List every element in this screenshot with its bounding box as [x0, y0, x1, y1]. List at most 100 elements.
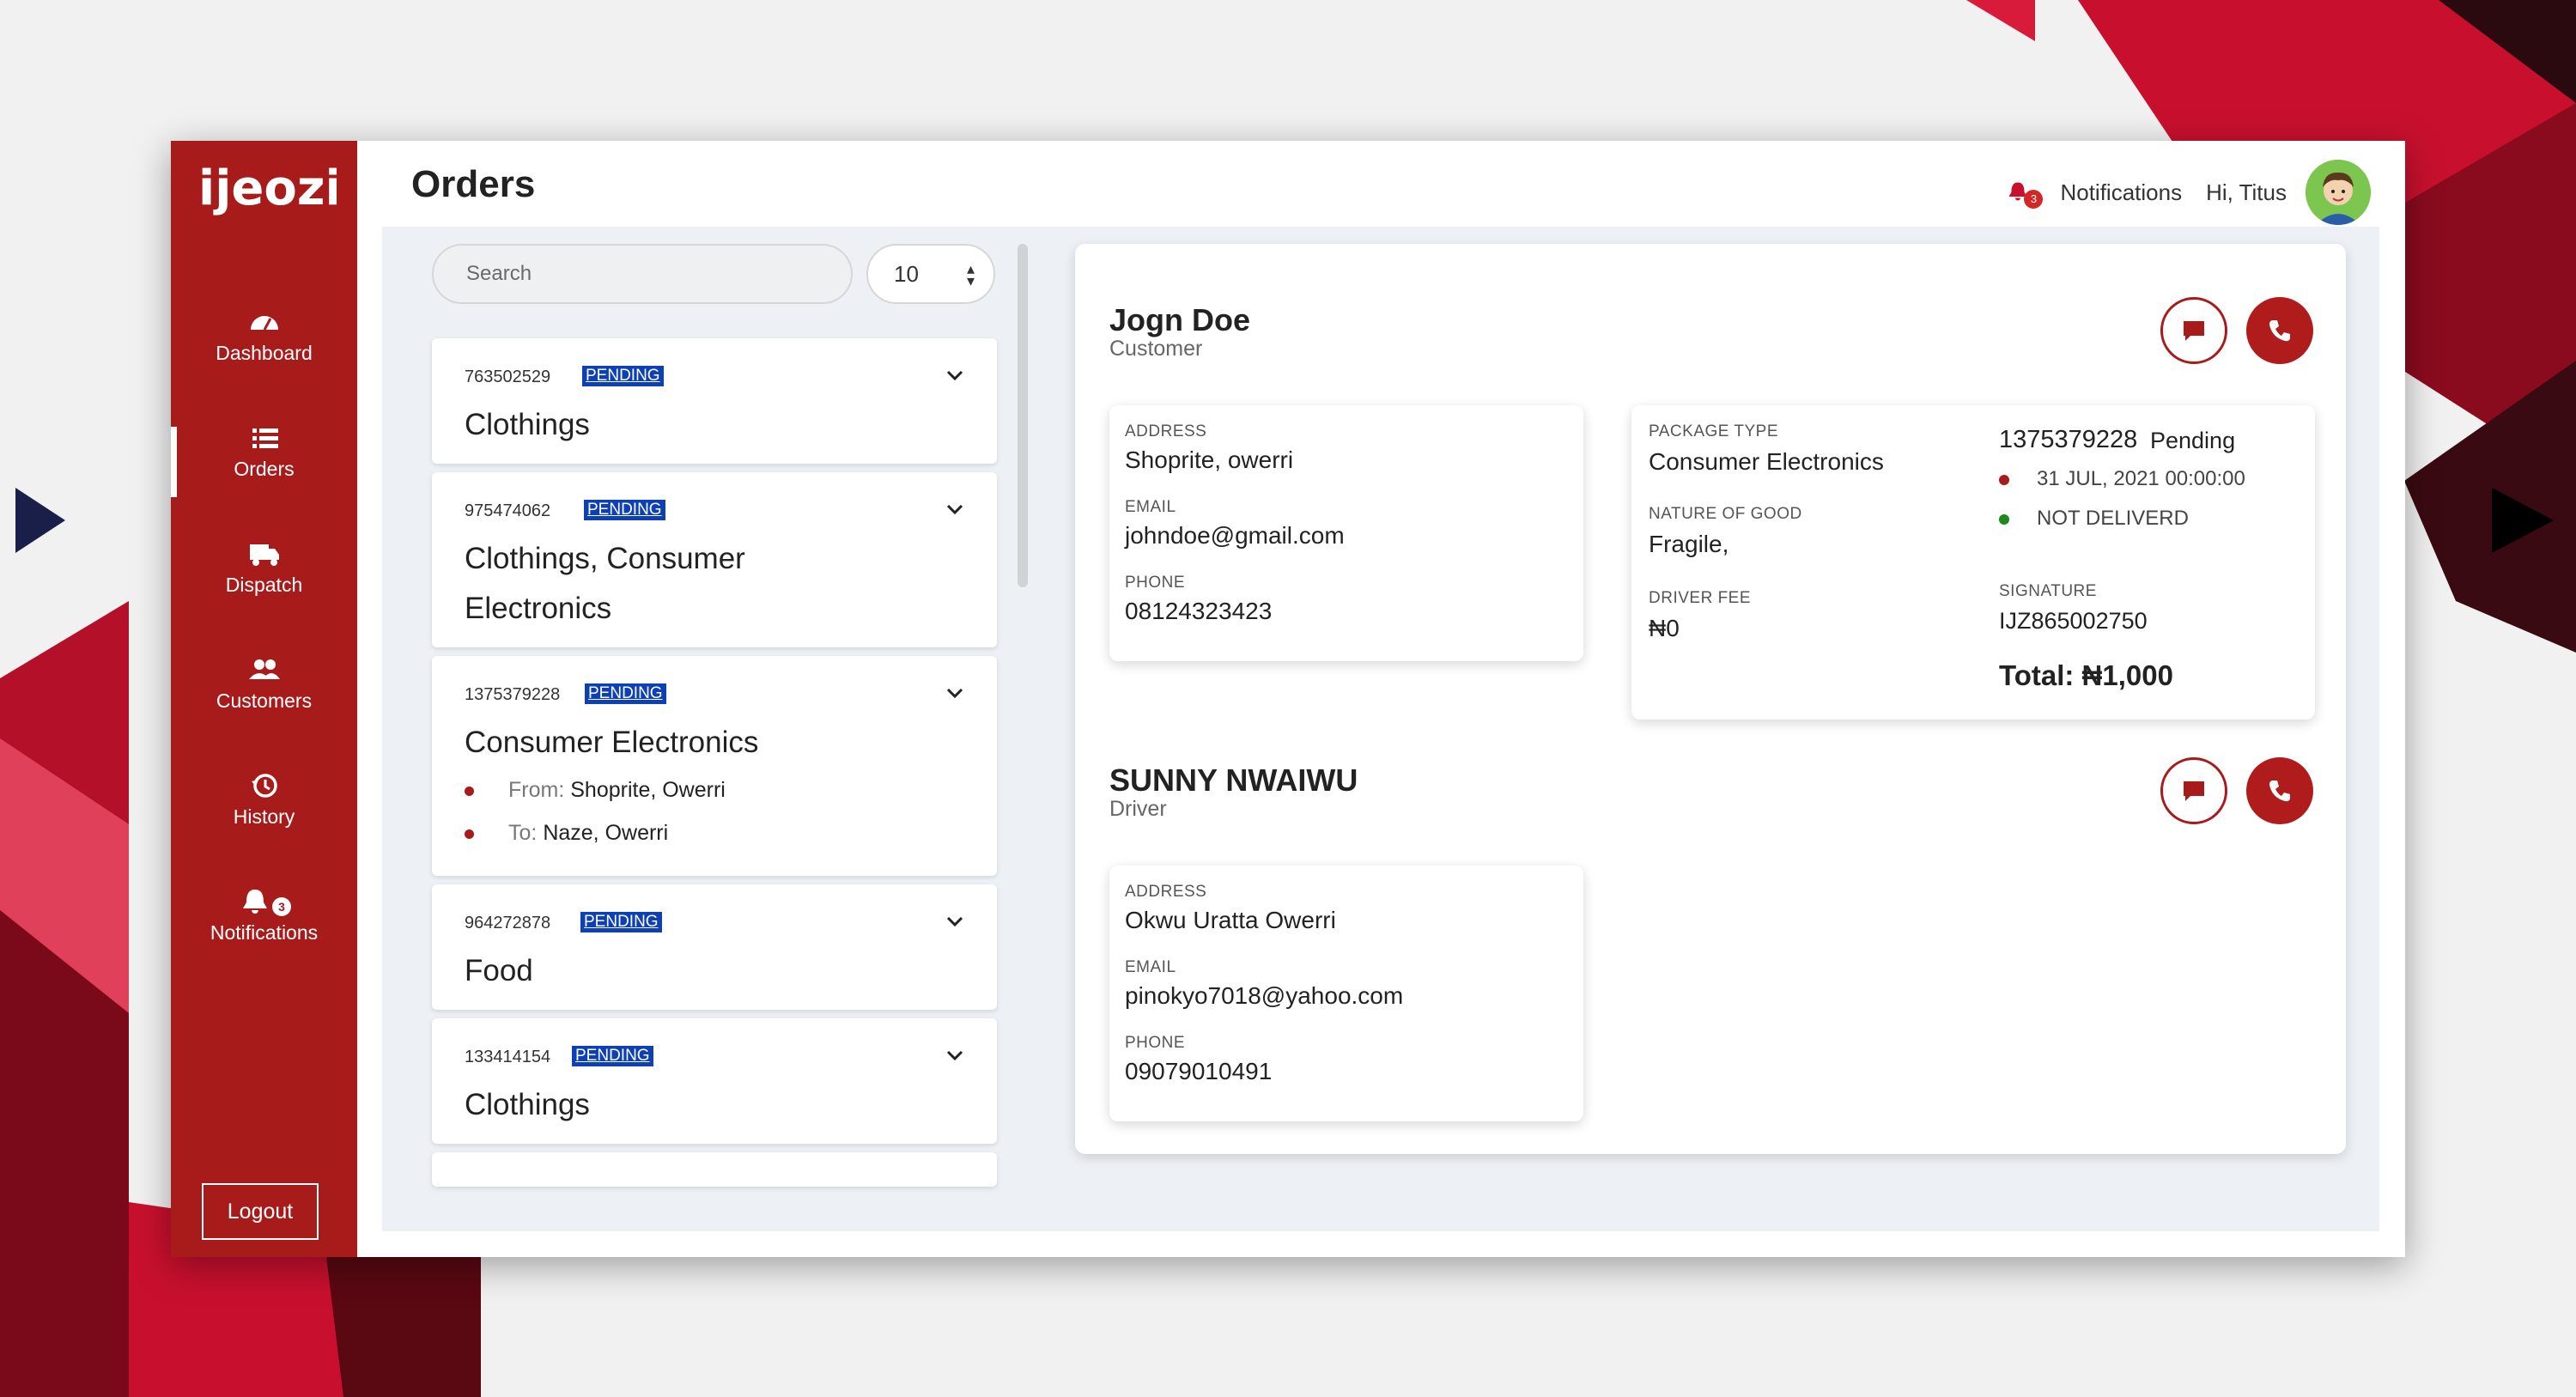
route-dot [465, 829, 474, 839]
content-area: 10 ▴▾ 763502529 PENDING Clothings 975474… [382, 227, 2379, 1231]
sidebar-item-history[interactable]: History [171, 771, 357, 866]
sidebar-item-orders[interactable]: Orders [171, 423, 357, 518]
package-type: Consumer Electronics [1649, 448, 1884, 475]
order-detail-panel: Jogn Doe Customer ADDRESS Shoprite, ower… [1075, 244, 2346, 1154]
page-size-select[interactable]: 10 ▴ ▾ [866, 244, 995, 304]
app-window: ijeozi Dashboard Orders Dispatch Custome… [171, 141, 2405, 1257]
status-dot [1999, 513, 2009, 525]
order-card[interactable]: 964272878 PENDING Food [432, 884, 997, 1010]
customer-role: Customer [1109, 337, 1203, 361]
chat-icon [2184, 321, 2204, 341]
next-arrow[interactable] [2492, 488, 2554, 553]
sidebar-item-customers[interactable]: Customers [171, 655, 357, 750]
logout-button[interactable]: Logout [202, 1183, 319, 1240]
nature-label: NATURE OF GOOD [1649, 505, 1802, 523]
chevron-down-icon[interactable] [944, 910, 966, 932]
dashboard-icon [250, 316, 278, 331]
sidebar-item-label: Orders [234, 458, 295, 480]
driver-fee: ₦0 [1649, 615, 1680, 641]
email-label: EMAIL [1125, 498, 1176, 516]
status-badge: PENDING [585, 683, 666, 704]
svg-text:ijeozi: ijeozi [198, 161, 337, 216]
topbar: 3 Notifications Hi, Titus [2005, 158, 2371, 227]
customer-phone[interactable]: 08124323423 [1125, 598, 1272, 625]
sidebar-item-label: Dispatch [225, 574, 303, 596]
call-customer-button[interactable] [2246, 297, 2313, 364]
list-icon [252, 428, 278, 448]
order-id: 763502529 [465, 367, 551, 386]
status-badge: PENDING [584, 500, 665, 520]
avatar[interactable] [2306, 160, 2371, 225]
ijeozi-logo: ijeozi [198, 161, 337, 216]
truck-icon [249, 544, 279, 566]
signature-value: IJZ865002750 [1999, 608, 2148, 634]
list-scrollbar[interactable] [1018, 244, 1028, 587]
order-total: Total: ₦1,000 [1999, 659, 2173, 691]
sidebar-item-dashboard[interactable]: Dashboard [171, 307, 357, 402]
order-card[interactable]: 975474062 PENDING Clothings, Consumer El… [432, 472, 997, 647]
driver-info-card: ADDRESS Okwu Uratta Owerri EMAIL pinokyo… [1109, 866, 1583, 1121]
driver-phone[interactable]: 09079010491 [1125, 1058, 1272, 1085]
route-dot [465, 786, 474, 796]
route-to: To: Naze, Owerri [465, 821, 668, 846]
customer-email[interactable]: johndoe@gmail.com [1125, 522, 1345, 550]
driver-address: Okwu Uratta Owerri [1125, 907, 1336, 933]
order-card[interactable]: 1375379228 PENDING Consumer Electronics … [432, 656, 997, 876]
topbar-bell[interactable]: 3 [2005, 178, 2044, 209]
order-id: 975474062 [465, 501, 551, 520]
user-avatar-icon [2306, 160, 2371, 225]
history-icon [251, 774, 277, 798]
customer-info-card: ADDRESS Shoprite, owerri EMAIL johndoe@g… [1109, 405, 1583, 661]
page-title: Orders [411, 163, 536, 205]
sidebar-item-label: Customers [216, 689, 313, 712]
chevron-down-icon[interactable] [944, 364, 966, 386]
sidebar-item-label: History [233, 805, 295, 828]
address-label: ADDRESS [1125, 422, 1207, 440]
order-id: 133414154 [465, 1048, 551, 1066]
order-title: Clothings [465, 408, 590, 441]
chevron-down-icon[interactable] [944, 498, 966, 520]
driver-email[interactable]: pinokyo7018@yahoo.com [1125, 982, 1403, 1010]
status-dot [1999, 474, 2009, 485]
message-driver-button[interactable] [2160, 757, 2227, 824]
prev-arrow[interactable] [15, 488, 65, 553]
order-card-partial[interactable] [432, 1152, 997, 1187]
notifications-link[interactable]: Notifications [2060, 179, 2182, 206]
phone-icon [2269, 780, 2290, 802]
package-info-card: PACKAGE TYPE Consumer Electronics NATURE… [1631, 405, 2315, 720]
status-badge: PENDING [580, 912, 662, 932]
phone-label: PHONE [1125, 574, 1186, 592]
sidebar-item-label: Dashboard [216, 342, 313, 364]
sidebar-item-notifications[interactable]: 3 Notifications [171, 887, 357, 981]
sidebar-item-dispatch[interactable]: Dispatch [171, 539, 357, 634]
email-label: EMAIL [1125, 958, 1176, 976]
customer-address: Shoprite, owerri [1125, 446, 1294, 473]
order-card[interactable]: 133414154 PENDING Clothings [432, 1018, 997, 1144]
order-title: Clothings, Consumer Electronics [465, 542, 745, 625]
chevron-down-icon[interactable] [944, 1044, 966, 1066]
package-type-label: PACKAGE TYPE [1649, 422, 1779, 440]
status-badge: PENDING [582, 366, 664, 386]
status-badge: PENDING [572, 1046, 653, 1066]
page-size-value: 10 [894, 261, 919, 287]
nature-of-good: Fragile, [1649, 531, 1729, 557]
signature-label: SIGNATURE [1999, 582, 2097, 600]
phone-icon [2269, 320, 2290, 342]
chevron-down-icon[interactable] [944, 682, 966, 704]
order-date: 31 JUL, 2021 00:00:00 [1999, 467, 2245, 491]
order-id: 964272878 [465, 914, 551, 932]
search-input[interactable] [432, 244, 853, 304]
sidebar-item-label: Notifications [210, 921, 319, 944]
order-card[interactable]: 763502529 PENDING Clothings [432, 338, 997, 464]
address-label: ADDRESS [1125, 883, 1207, 901]
sidebar: ijeozi Dashboard Orders Dispatch Custome… [171, 141, 357, 1257]
notification-count-badge: 3 [2024, 190, 2044, 209]
bell-icon [243, 890, 267, 914]
user-greeting: Hi, Titus [2206, 179, 2287, 205]
users-icon [248, 659, 280, 679]
call-driver-button[interactable] [2246, 757, 2313, 824]
chat-icon [2184, 781, 2204, 801]
phone-label: PHONE [1125, 1034, 1186, 1052]
message-customer-button[interactable] [2160, 297, 2227, 364]
order-title: Food [465, 954, 533, 987]
